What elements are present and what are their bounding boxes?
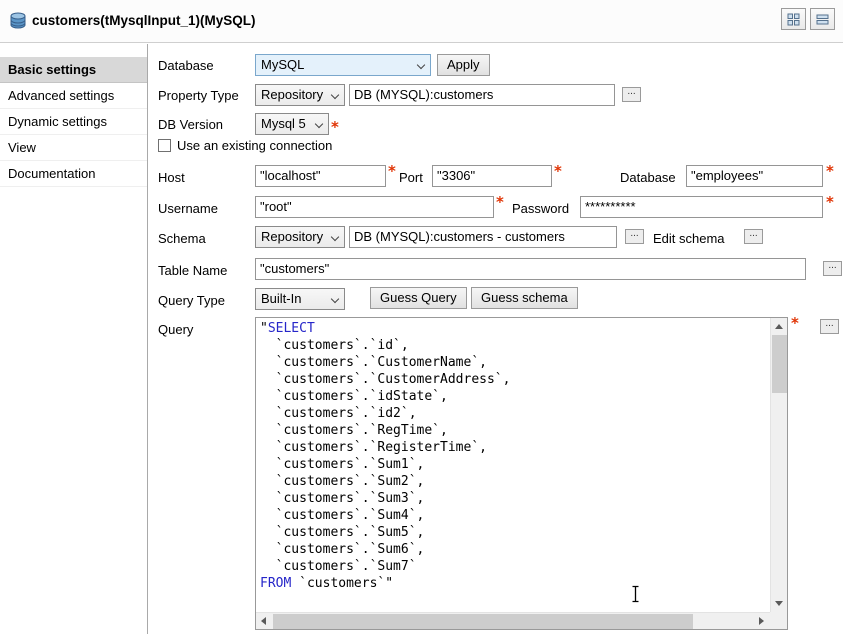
edit-schema-label: Edit schema: [653, 231, 725, 246]
db-version-combo-value: Mysql 5: [261, 116, 306, 131]
query-line: `customers`.`Sum7`: [260, 558, 770, 575]
query-line: `customers`.`RegisterTime`,: [260, 439, 770, 456]
table-name-browse-button[interactable]: ...: [823, 261, 842, 276]
required-asterisk: *: [496, 193, 504, 211]
database-name-label: Database: [620, 170, 676, 185]
schema-type-combo-value: Repository: [261, 229, 323, 244]
query-line: `customers`.`Sum5`,: [260, 524, 770, 541]
required-asterisk: *: [331, 118, 339, 136]
scroll-up-button[interactable]: [771, 318, 788, 335]
query-line: `customers`.`CustomerAddress`,: [260, 371, 770, 388]
chevron-down-icon: [331, 91, 339, 99]
query-type-label: Query Type: [158, 293, 225, 308]
query-label: Query: [158, 322, 193, 337]
required-asterisk: *: [826, 193, 834, 211]
password-field[interactable]: **********: [580, 196, 823, 218]
text-cursor-pointer: [630, 585, 641, 606]
vertical-scrollbar-thumb[interactable]: [772, 335, 787, 393]
property-type-combo-value: Repository: [261, 87, 323, 102]
query-line: `customers`.`Sum6`,: [260, 541, 770, 558]
database-combo[interactable]: MySQL: [255, 54, 431, 76]
guess-schema-button[interactable]: Guess schema: [471, 287, 578, 309]
chevron-down-icon: [331, 295, 339, 303]
required-asterisk: *: [554, 162, 562, 180]
component-header: customers(tMysqlInput_1)(MySQL): [0, 0, 843, 43]
grid-layout-button[interactable]: [781, 8, 806, 30]
settings-sidebar: Basic settings Advanced settings Dynamic…: [0, 44, 148, 634]
query-line: `customers`.`Sum1`,: [260, 456, 770, 473]
query-line: `customers`.`Sum2`,: [260, 473, 770, 490]
vertical-scrollbar[interactable]: [770, 318, 787, 612]
required-asterisk: *: [388, 162, 396, 180]
existing-connection-checkbox[interactable]: [158, 139, 171, 152]
query-line: `customers`.`idState`,: [260, 388, 770, 405]
chevron-down-icon: [315, 120, 323, 128]
db-version-combo[interactable]: Mysql 5: [255, 113, 329, 135]
scrollbar-corner: [770, 612, 787, 629]
query-browse-button[interactable]: ...: [820, 319, 839, 334]
database-combo-value: MySQL: [261, 57, 304, 72]
database-label: Database: [158, 58, 214, 73]
required-asterisk: *: [791, 314, 799, 332]
query-line: `customers`.`Sum3`,: [260, 490, 770, 507]
query-line: FROM `customers`": [260, 575, 770, 592]
query-line: `customers`.`Sum4`,: [260, 507, 770, 524]
query-type-combo[interactable]: Built-In: [255, 288, 345, 310]
query-line: "SELECT: [260, 320, 770, 337]
query-editor-content[interactable]: "SELECT `customers`.`id`, `customers`.`C…: [256, 318, 770, 612]
scroll-right-button[interactable]: [753, 613, 770, 630]
query-type-combo-value: Built-In: [261, 291, 301, 306]
schema-repository-field[interactable]: DB (MYSQL):customers - customers: [349, 226, 617, 248]
query-line: `customers`.`RegTime`,: [260, 422, 770, 439]
sidebar-item-documentation[interactable]: Documentation: [0, 161, 147, 187]
schema-label: Schema: [158, 231, 206, 246]
existing-connection-label: Use an existing connection: [177, 138, 332, 153]
username-label: Username: [158, 201, 218, 216]
chevron-down-icon: [417, 61, 425, 69]
query-line: `customers`.`CustomerName`,: [260, 354, 770, 371]
property-browse-button[interactable]: ...: [622, 87, 641, 102]
component-title: customers(tMysqlInput_1)(MySQL): [32, 13, 256, 28]
scroll-down-button[interactable]: [771, 595, 788, 612]
schema-browse-button[interactable]: ...: [625, 229, 644, 244]
guess-query-button[interactable]: Guess Query: [370, 287, 467, 309]
property-repository-field[interactable]: DB (MYSQL):customers: [349, 84, 615, 106]
schema-type-combo[interactable]: Repository: [255, 226, 345, 248]
horizontal-scrollbar-thumb[interactable]: [273, 614, 693, 629]
password-label: Password: [512, 201, 569, 216]
host-label: Host: [158, 170, 185, 185]
database-component-icon: [8, 11, 28, 31]
table-name-label: Table Name: [158, 263, 227, 278]
sidebar-item-advanced-settings[interactable]: Advanced settings: [0, 83, 147, 109]
sidebar-item-basic-settings[interactable]: Basic settings: [0, 57, 147, 83]
horizontal-scrollbar[interactable]: [256, 612, 770, 629]
rows-icon: [816, 13, 829, 26]
port-field[interactable]: "3306": [432, 165, 552, 187]
query-line: `customers`.`id2`,: [260, 405, 770, 422]
required-asterisk: *: [826, 162, 834, 180]
database-name-field[interactable]: "employees": [686, 165, 823, 187]
username-field[interactable]: "root": [255, 196, 494, 218]
query-editor[interactable]: "SELECT `customers`.`id`, `customers`.`C…: [255, 317, 788, 630]
db-version-label: DB Version: [158, 117, 223, 132]
port-label: Port: [399, 170, 423, 185]
table-name-field[interactable]: "customers": [255, 258, 806, 280]
rows-layout-button[interactable]: [810, 8, 835, 30]
sidebar-item-dynamic-settings[interactable]: Dynamic settings: [0, 109, 147, 135]
chevron-down-icon: [331, 233, 339, 241]
scroll-left-button[interactable]: [256, 613, 273, 630]
sidebar-item-view[interactable]: View: [0, 135, 147, 161]
host-field[interactable]: "localhost": [255, 165, 386, 187]
grid-icon: [787, 13, 800, 26]
edit-schema-button[interactable]: ...: [744, 229, 763, 244]
property-type-label: Property Type: [158, 88, 239, 103]
apply-button[interactable]: Apply: [437, 54, 490, 76]
property-type-combo[interactable]: Repository: [255, 84, 345, 106]
query-line: `customers`.`id`,: [260, 337, 770, 354]
